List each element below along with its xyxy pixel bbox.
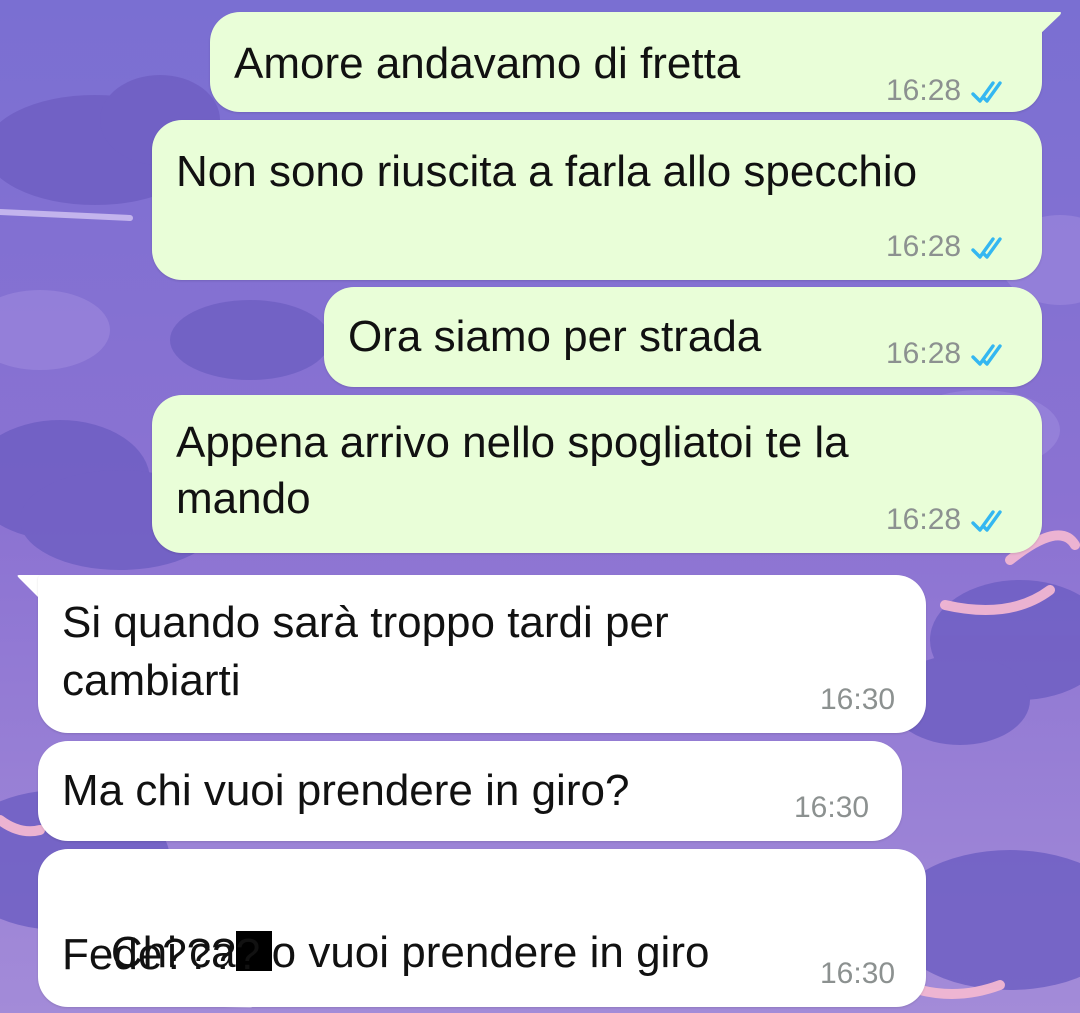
message-text-line2: Fede????: [62, 930, 261, 979]
read-receipt-icon: [971, 237, 1002, 259]
message-meta: 16:30: [820, 683, 895, 717]
message-text: Non sono riuscita a farla allo specchio: [176, 147, 918, 196]
message-meta: 16:28: [886, 503, 1013, 537]
message-text-line2: mando: [176, 474, 311, 523]
message-text: Ma chi vuoi prendere in giro?: [62, 766, 630, 815]
message-text-line2: cambiarti: [62, 656, 241, 705]
message-timestamp: 16:28: [886, 74, 962, 107]
message-bubble-outgoing[interactable]: Appena arrivo nello spogliatoi te la man…: [152, 395, 1042, 553]
message-timestamp: 16:28: [886, 337, 962, 370]
message-meta: 16:30: [820, 957, 895, 991]
message-bubble-outgoing[interactable]: Ora siamo per strada 16:28: [324, 287, 1042, 387]
message-meta: 16:28: [886, 230, 1013, 264]
message-meta: 16:30: [794, 791, 869, 825]
message-text: Ora siamo per strada: [348, 312, 762, 361]
message-bubble-incoming[interactable]: Si quando sarà troppo tardi per cambiart…: [38, 575, 926, 733]
message-text-line1: Appena arrivo nello spogliatoi te la: [176, 418, 849, 467]
read-receipt-icon: [971, 81, 1002, 103]
message-text-part: o vuoi prendere in giro: [271, 928, 710, 977]
message-timestamp: 16:28: [886, 230, 962, 263]
message-text: Amore andavamo di fretta: [234, 39, 741, 88]
bubble-tail: [1038, 12, 1061, 36]
message-meta: 16:28: [886, 74, 1013, 108]
message-text-line1: Si quando sarà troppo tardi per: [62, 598, 669, 647]
message-timestamp: 16:28: [886, 503, 962, 536]
message-bubble-incoming[interactable]: Chi ca o vuoi prendere in giro Fede???? 1…: [38, 849, 926, 1007]
message-timestamp: 16:30: [820, 683, 896, 716]
message-timestamp: 16:30: [794, 791, 870, 824]
message-meta: 16:28: [886, 337, 1013, 371]
read-receipt-icon: [971, 510, 1002, 532]
message-bubble-outgoing[interactable]: Amore andavamo di fretta 16:28: [210, 12, 1042, 112]
message-bubble-incoming[interactable]: Ma chi vuoi prendere in giro? 16:30: [38, 741, 902, 841]
message-bubble-outgoing[interactable]: Non sono riuscita a farla allo specchio …: [152, 120, 1042, 280]
message-timestamp: 16:30: [820, 957, 896, 990]
read-receipt-icon: [971, 344, 1002, 366]
